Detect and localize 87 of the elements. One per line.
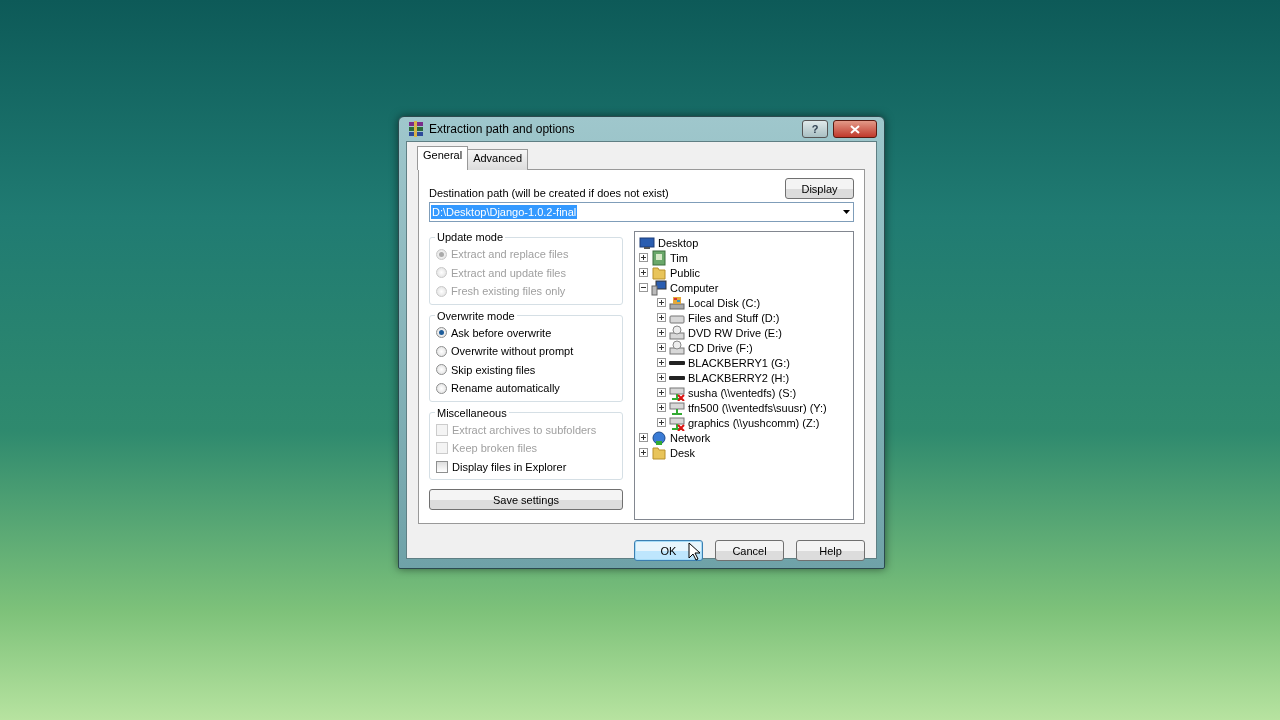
expand-toggle[interactable] (657, 403, 666, 412)
tree-item[interactable]: Desktop (658, 236, 699, 249)
tree-item[interactable]: CD Drive (F:) (688, 341, 753, 354)
plus-icon (658, 374, 665, 381)
tree-item[interactable]: Network (670, 431, 711, 444)
folder-icon (651, 444, 667, 461)
tree-item[interactable]: BLACKBERRY2 (H:) (688, 371, 790, 384)
checkbox-label: Extract archives to subfolders (452, 423, 597, 436)
help-button[interactable]: ? (802, 120, 828, 138)
computer-icon (651, 279, 667, 296)
collapse-toggle[interactable] (639, 283, 648, 292)
system-disk-icon (669, 294, 685, 311)
expand-toggle[interactable] (657, 373, 666, 382)
dialog-button[interactable]: OK (634, 540, 703, 561)
removable-icon (669, 360, 685, 365)
checkbox[interactable] (436, 460, 448, 473)
tree-item[interactable]: susha (\\ventedfs) (S:) (688, 386, 797, 399)
dialog-button[interactable]: Cancel (715, 540, 784, 561)
destination-path-label: Destination path (will be created if does not exist) (429, 187, 669, 199)
plus-icon (640, 269, 647, 276)
tree-item[interactable]: DVD RW Drive (E:) (688, 326, 782, 339)
radio-label: Ask before overwrite (451, 326, 552, 339)
mouse-pointer-icon (688, 542, 700, 561)
close-button[interactable] (833, 120, 877, 138)
radio-label: Fresh existing files only (451, 285, 566, 298)
expand-toggle[interactable] (657, 358, 666, 367)
radio-button[interactable] (436, 382, 447, 394)
window-title: Extraction path and options (429, 122, 576, 136)
radio-label: Extract and update files (451, 266, 566, 279)
tree-item[interactable]: Desk (670, 446, 696, 459)
desktop-icon (639, 234, 655, 251)
radio-button[interactable] (436, 327, 447, 339)
radio-label: Overwrite without prompt (451, 345, 574, 358)
expand-toggle[interactable] (639, 253, 648, 262)
checkbox-label: Display files in Explorer (452, 460, 567, 473)
plus-icon (640, 254, 647, 261)
expand-toggle[interactable] (639, 448, 648, 457)
minus-icon (640, 284, 647, 291)
plus-icon (658, 389, 665, 396)
optical-icon (669, 324, 685, 341)
tree-item[interactable]: Files and Stuff (D:) (688, 311, 780, 324)
expand-toggle[interactable] (657, 343, 666, 352)
dropdown-arrow-icon[interactable] (843, 210, 850, 214)
group-title: Update mode (436, 231, 505, 243)
plus-icon (640, 434, 647, 441)
expand-toggle[interactable] (657, 298, 666, 307)
radio-label: Extract and replace files (451, 248, 569, 261)
plus-icon (658, 344, 665, 351)
expand-toggle[interactable] (639, 268, 648, 277)
tab[interactable]: Advanced (467, 149, 529, 170)
expand-toggle[interactable] (639, 433, 648, 442)
optical-icon (669, 339, 685, 356)
expand-toggle[interactable] (657, 328, 666, 337)
tree-item[interactable]: Local Disk (C:) (688, 296, 761, 309)
radio-label: Rename automatically (451, 382, 560, 395)
folder-icon (651, 264, 667, 281)
radio-button[interactable] (436, 345, 447, 357)
user-icon (651, 249, 667, 266)
dialog-button[interactable]: Help (796, 540, 865, 561)
checkbox-label: Keep broken files (452, 442, 537, 455)
tree-item[interactable]: Computer (670, 281, 719, 294)
plus-icon (658, 299, 665, 306)
expand-toggle[interactable] (657, 313, 666, 322)
expand-toggle[interactable] (657, 388, 666, 397)
archive-books-icon (408, 121, 424, 137)
tree-item[interactable]: Public (670, 266, 700, 279)
tree-item[interactable]: BLACKBERRY1 (G:) (688, 356, 790, 369)
removable-icon (669, 375, 685, 380)
plus-icon (658, 404, 665, 411)
plus-icon (658, 314, 665, 321)
plus-icon (658, 359, 665, 366)
close-icon (850, 124, 860, 134)
display-button[interactable]: Display (785, 178, 854, 199)
group-title: Overwrite mode (436, 309, 516, 322)
plus-icon (640, 449, 647, 456)
save-settings-button[interactable]: Save settings (429, 489, 623, 510)
tree-item[interactable]: graphics (\\yushcomm) (Z:) (688, 416, 820, 429)
tree-item[interactable]: Tim (670, 251, 688, 264)
tab[interactable]: General (417, 146, 469, 170)
plus-icon (658, 329, 665, 336)
group-title: Miscellaneous (436, 406, 508, 419)
network-icon (651, 429, 667, 446)
radio-button[interactable] (436, 364, 447, 376)
expand-toggle[interactable] (657, 418, 666, 427)
radio-label: Skip existing files (451, 363, 536, 376)
plus-icon (658, 419, 665, 426)
tree-item[interactable]: tfn500 (\\ventedfs\suusr) (Y:) (688, 401, 827, 414)
